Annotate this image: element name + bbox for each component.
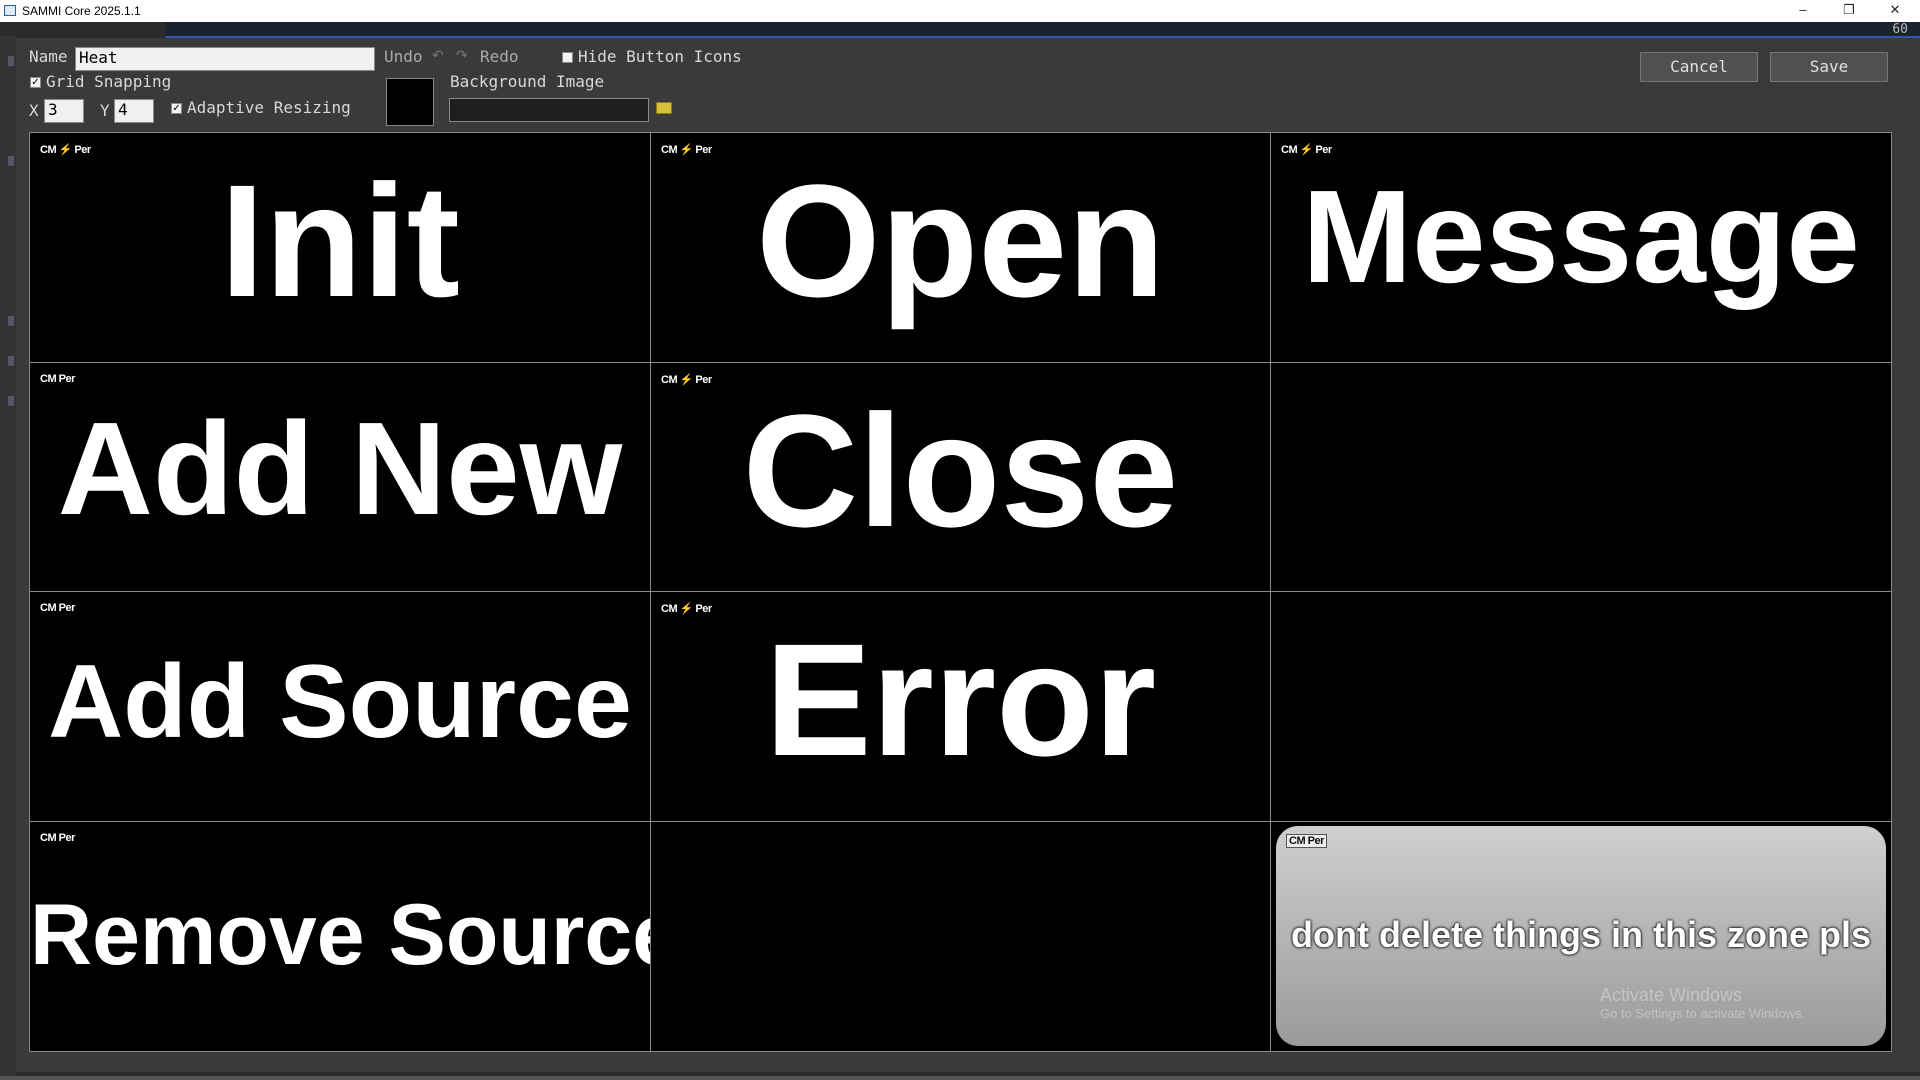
undo-icon[interactable]: ↶ [432,48,444,64]
undo-button[interactable]: Undo [384,47,423,66]
watermark-title: Activate Windows [1600,985,1743,1005]
button-label: Init [220,151,460,330]
deck-button-remove-source[interactable]: CM Per Remove Source [30,822,651,1051]
deck-button-open[interactable]: CM ⚡ Per Open [651,133,1271,363]
empty-slot[interactable] [1271,363,1891,592]
deck-button-message[interactable]: CM ⚡ Per Message [1271,133,1891,363]
adaptive-resizing-label: Adaptive Resizing [187,98,351,117]
grid-y-input[interactable]: 4 [114,99,154,123]
button-label: Error [764,610,1157,789]
x-label: X [29,101,39,120]
sidebar-nub [8,316,14,326]
activate-windows-watermark: Activate Windows Go to Settings to activ… [1600,985,1805,1021]
name-input[interactable]: Heat [75,47,375,71]
minimize-button[interactable]: – [1780,0,1826,22]
deck-button-error[interactable]: CM ⚡ Per Error [651,592,1271,822]
watermark-subtitle: Go to Settings to activate Windows. [1600,1006,1806,1021]
name-label: Name [29,47,68,66]
zone-label: dont delete things in this zone pls [1290,914,1871,955]
button-label: Message [1302,163,1860,310]
button-tag: CM ⚡ Per [40,144,91,156]
hide-icons-label: Hide Button Icons [578,47,742,66]
redo-icon[interactable]: ↷ [456,48,468,64]
deck-button-add-new[interactable]: CM Per Add New [30,363,651,592]
folder-icon[interactable] [656,102,672,114]
button-tag: CM Per [40,602,75,614]
button-tag: CM ⚡ Per [661,603,712,615]
adaptive-resizing-checkbox[interactable]: ✓ [171,103,182,114]
deck-button-add-source[interactable]: CM Per Add Source [30,592,651,822]
left-sidebar [0,36,16,1080]
empty-slot[interactable] [1271,592,1891,822]
grid-snapping-checkbox[interactable]: ✓ [30,77,41,88]
button-tag: CM ⚡ Per [661,374,712,386]
grid-x-input[interactable]: 3 [44,99,84,123]
cancel-button[interactable]: Cancel [1640,52,1758,82]
button-tag: CM ⚡ Per [661,144,712,156]
sidebar-nub [8,56,14,66]
app-icon [4,5,16,16]
button-tag: CM Per [40,373,75,385]
background-image-label: Background Image [450,72,605,91]
save-button[interactable]: Save [1770,52,1888,82]
background-strip [165,22,1920,39]
grid-snapping-label: Grid Snapping [46,72,172,91]
background-image-input[interactable] [449,98,649,122]
title-bar: SAMMI Core 2025.1.1 – ❐ ✕ [0,0,1920,22]
button-tag: CM Per [40,832,75,844]
button-label: Add New [57,395,623,542]
y-label: Y [100,101,110,120]
background-color-swatch[interactable] [386,78,434,126]
maximize-button[interactable]: ❐ [1826,0,1872,22]
hide-icons-checkbox[interactable] [562,52,573,63]
sidebar-nub [8,356,14,366]
sidebar-nub [8,396,14,406]
button-tag: CM ⚡ Per [1281,144,1332,156]
deck-button-init[interactable]: CM ⚡ Per Init [30,133,651,363]
sidebar-nub [8,156,14,166]
button-label: Remove Source [30,887,651,983]
bottom-scrollbar[interactable] [0,1076,1920,1080]
button-label: Add Source [48,644,632,760]
zone-tag: CM Per [1286,834,1327,848]
window-title: SAMMI Core 2025.1.1 [22,4,141,18]
strip-number: 60 [1892,22,1908,37]
empty-slot[interactable] [651,822,1271,1051]
redo-button[interactable]: Redo [480,47,519,66]
close-window-button[interactable]: ✕ [1872,0,1918,22]
button-label: Open [756,151,1165,330]
button-label: Close [742,381,1179,560]
deck-button-close[interactable]: CM ⚡ Per Close [651,363,1271,592]
